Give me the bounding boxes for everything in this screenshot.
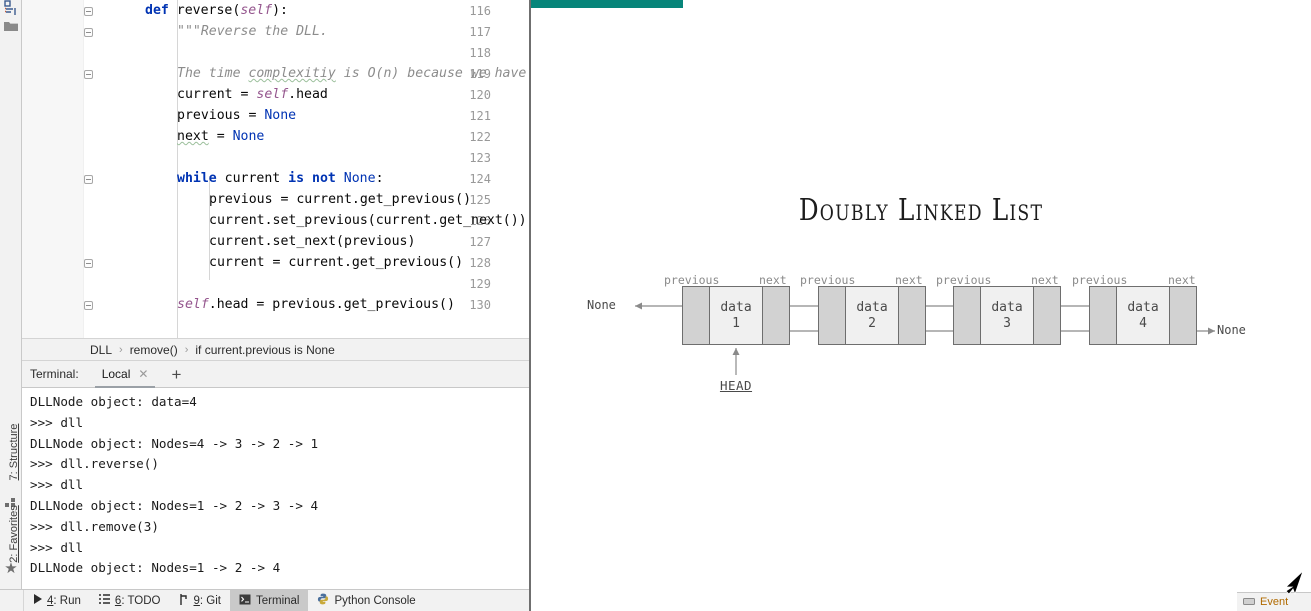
- node-next-cell: [898, 286, 926, 345]
- label-previous-2: previous: [800, 273, 856, 287]
- node-previous-cell: [682, 286, 710, 345]
- ide-window: 7: Structure 2: Favorites ★ 116 117 118: [0, 0, 531, 611]
- node-data-cell: data 1: [710, 286, 762, 345]
- node-data-cell: data 3: [981, 286, 1033, 345]
- node-next-cell: [1033, 286, 1061, 345]
- event-log-label: Event: [1260, 596, 1289, 608]
- node-previous-cell: [1089, 286, 1117, 345]
- screen-root: 7: Structure 2: Favorites ★ 116 117 118: [0, 0, 1311, 611]
- label-next-2: next: [895, 273, 923, 287]
- node-data-cell: data 4: [1117, 286, 1169, 345]
- node-data-value: 3: [1003, 315, 1011, 331]
- reference-panel: Doubly Linked List previous next previou…: [531, 0, 1311, 611]
- none-right-label: None: [1217, 323, 1246, 337]
- event-log-icon: [1243, 596, 1256, 609]
- node-data-label: data: [856, 299, 888, 315]
- label-next-3: next: [1031, 273, 1059, 287]
- node-next-cell: [1169, 286, 1197, 345]
- label-next-1: next: [759, 273, 787, 287]
- node-data-cell: data 2: [846, 286, 898, 345]
- none-left-label: None: [587, 298, 616, 312]
- ide-window-border: [0, 0, 531, 611]
- node-data-label: data: [991, 299, 1023, 315]
- label-previous-3: previous: [936, 273, 992, 287]
- node-data-label: data: [1127, 299, 1159, 315]
- node-previous-cell: [953, 286, 981, 345]
- mouse-pointer: [1283, 570, 1305, 596]
- node-data-value: 1: [732, 315, 740, 331]
- node-previous-cell: [818, 286, 846, 345]
- node-data-value: 2: [868, 315, 876, 331]
- label-next-4: next: [1168, 273, 1196, 287]
- node-data-value: 4: [1139, 315, 1147, 331]
- label-previous-4: previous: [1072, 273, 1128, 287]
- head-pointer-label: HEAD: [719, 378, 753, 393]
- node-next-cell: [762, 286, 790, 345]
- doubly-linked-list-diagram: previous next previous next previous nex…: [531, 0, 1311, 611]
- label-previous-1: previous: [664, 273, 720, 287]
- node-data-label: data: [720, 299, 752, 315]
